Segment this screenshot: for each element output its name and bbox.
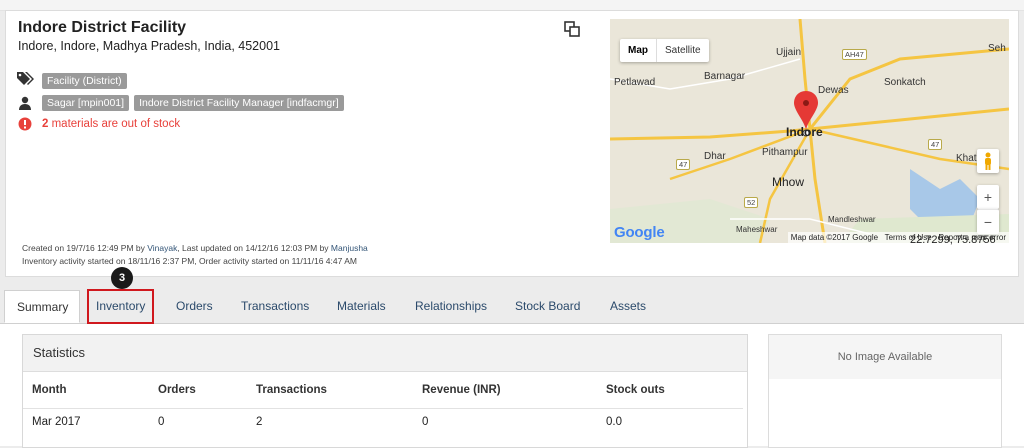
users-row: Sagar [mpin001] Indore District Facility…: [16, 95, 349, 111]
tab-orders[interactable]: Orders: [176, 290, 213, 323]
statistics-table: Month Orders Transactions Revenue (INR) …: [23, 372, 743, 435]
column-stock-outs: Stock outs: [606, 384, 665, 396]
zoom-out-button[interactable]: −: [977, 209, 999, 234]
column-orders: Orders: [158, 384, 196, 396]
zoom-in-button[interactable]: +: [977, 185, 999, 209]
highway-47-east: 47: [928, 139, 943, 150]
map-label-ujjain: Ujjain: [776, 47, 802, 58]
cell-orders: 0: [149, 408, 247, 435]
tab-relationships[interactable]: Relationships: [415, 290, 487, 323]
facility-card: Indore District Facility Indore, Indore,…: [5, 10, 1019, 277]
alert-icon: [16, 116, 34, 132]
tab-transactions[interactable]: Transactions: [241, 290, 309, 323]
tab-summary[interactable]: Summary: [4, 290, 80, 323]
updated-by-link[interactable]: Manjusha: [331, 243, 368, 253]
cell-month: Mar 2017: [23, 408, 149, 435]
statistics-title: Statistics: [23, 335, 747, 372]
created-info: Created on 19/7/16 12:49 PM by Vinayak, …: [22, 243, 368, 253]
tab-inventory[interactable]: Inventory: [86, 289, 155, 324]
column-month: Month: [32, 384, 67, 396]
statistics-panel: Statistics Month Orders Transactions Rev…: [22, 334, 748, 448]
map-label-sonkatch: Sonkatch: [884, 77, 926, 88]
map-label-pithampur: Pithampur: [762, 147, 808, 158]
map-label-maheshwar: Maheshwar: [736, 225, 778, 234]
table-header-row: Month Orders Transactions Revenue (INR) …: [23, 372, 743, 409]
coordinates: 22.7299, 75.8756: [910, 234, 996, 246]
tags-icon: [16, 70, 34, 86]
map-label-petlawad: Petlawad: [614, 77, 656, 88]
map-label-dewas: Dewas: [818, 85, 849, 96]
facility-name: Indore District Facility: [18, 19, 187, 36]
street-view-pegman-icon[interactable]: [977, 149, 999, 173]
copy-icon[interactable]: [564, 21, 580, 37]
map-label-dhar: Dhar: [704, 151, 726, 162]
no-image-text: No Image Available: [769, 335, 1001, 379]
updated-prefix: , Last updated on 14/12/16 12:03 PM by: [177, 243, 331, 253]
facility-tag: Facility (District): [42, 73, 127, 89]
map-type-map-button[interactable]: Map: [620, 39, 657, 62]
facility-address: Indore, Indore, Madhya Pradesh, India, 4…: [18, 39, 280, 53]
column-revenue: Revenue (INR): [422, 384, 501, 396]
map-type-satellite-button[interactable]: Satellite: [657, 39, 709, 62]
created-by-link[interactable]: Vinayak: [147, 243, 177, 253]
user-icon: [16, 95, 34, 111]
map-label-mandleshwar: Mandleshwar: [828, 215, 876, 224]
map-label-seh: Seh: [988, 43, 1006, 54]
google-logo-text: Google: [614, 224, 665, 241]
cell-stock-outs: 0.0: [597, 408, 743, 435]
highway-52: 52: [744, 197, 759, 208]
created-prefix: Created on 19/7/16 12:49 PM by: [22, 243, 148, 253]
highway-47-west: 47: [676, 159, 691, 170]
user-tag-1[interactable]: Sagar [mpin001]: [42, 95, 130, 111]
map-label-mhow: Mhow: [772, 175, 805, 189]
step-badge: 3: [111, 267, 133, 289]
cell-transactions: 2: [247, 408, 413, 435]
map-label-khat: Khat: [956, 153, 977, 164]
highway-ah47: AH47: [842, 49, 867, 60]
map-data-text: Map data ©2017 Google: [790, 233, 879, 242]
column-transactions: Transactions: [256, 384, 327, 396]
alert-message: materials are out of stock: [48, 118, 181, 130]
map-label-indore: Indore: [786, 125, 823, 139]
tab-assets[interactable]: Assets: [610, 290, 646, 323]
tags-row: Facility (District): [16, 67, 132, 89]
cell-revenue: 0: [413, 408, 597, 435]
activity-info: Inventory activity started on 18/11/16 2…: [22, 256, 357, 266]
tab-stock-board[interactable]: Stock Board: [515, 290, 580, 323]
tab-bar: Summary Inventory Orders Transactions Ma…: [0, 289, 1024, 324]
facility-map[interactable]: Map Satellite Ujjain Barnagar Petlawad D…: [610, 19, 1009, 243]
user-tag-2[interactable]: Indore District Facility Manager [indfac…: [134, 95, 344, 111]
image-panel: No Image Available: [768, 334, 1002, 448]
tab-materials[interactable]: Materials: [337, 290, 386, 323]
map-type-control: Map Satellite: [620, 39, 709, 62]
google-logo: Google: [614, 224, 665, 241]
table-row: Mar 2017 0 2 0 0.0: [23, 408, 743, 435]
alert-text[interactable]: 2 materials are out of stock: [42, 118, 180, 130]
map-label-barnagar: Barnagar: [704, 71, 746, 82]
stock-alert: 2 materials are out of stock: [16, 116, 180, 132]
